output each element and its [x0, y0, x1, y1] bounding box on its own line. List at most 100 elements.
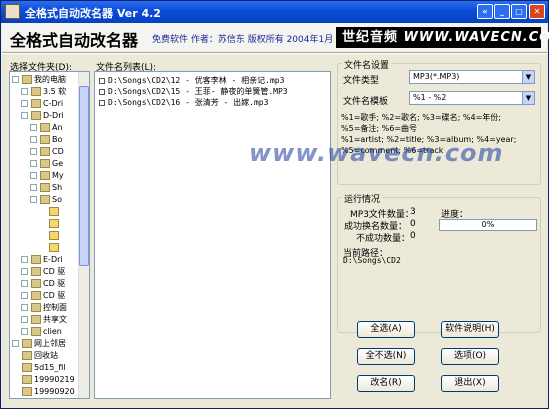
expand-icon[interactable] — [30, 160, 37, 167]
mp3-count: 3 — [410, 207, 416, 217]
folder-icon — [31, 303, 41, 312]
ok-count: 0 — [410, 219, 416, 229]
tree-item-label: An — [52, 123, 63, 132]
banner-cn: 世纪音频 — [342, 30, 399, 45]
type-label: 文件类型 — [343, 76, 380, 86]
settings-title: 文件名设置 — [342, 58, 392, 71]
app-window: 全格式自动改名器 Ver 4.2 « _ □ ✕ 全格式自动改名器 免费软件 作… — [0, 0, 549, 409]
expand-icon[interactable] — [21, 100, 28, 107]
collapse-icon[interactable] — [12, 76, 19, 83]
template-value: %1 - %2 — [413, 93, 447, 102]
file-type-select[interactable]: MP3(*.MP3) ▼ — [409, 70, 535, 84]
expand-icon[interactable] — [21, 280, 28, 287]
fail-count: 0 — [410, 231, 416, 241]
tree-item-label: CD 驱 — [43, 267, 66, 276]
header: 全格式自动改名器 免费软件 作者：苏信东 版权所有 2004年1月 世纪音频 W… — [2, 23, 549, 51]
watermark: www.wavecn.com — [249, 139, 504, 167]
chevron-down-icon[interactable]: ▼ — [522, 71, 534, 83]
tree-item-label: clien — [43, 327, 62, 336]
expand-icon[interactable] — [21, 316, 28, 323]
folder-icon — [22, 351, 32, 360]
folder-icon — [31, 87, 41, 96]
expand-icon[interactable] — [21, 88, 28, 95]
options-button[interactable]: 选项(O) — [441, 348, 499, 365]
folder-icon — [49, 231, 59, 240]
title-bar: 全格式自动改名器 Ver 4.2 « _ □ ✕ — [1, 1, 548, 23]
folder-icon — [40, 195, 50, 204]
type-value: MP3(*.MP3) — [413, 72, 460, 81]
folder-icon — [40, 147, 50, 156]
template-label: 文件名模板 — [343, 97, 389, 107]
expand-icon[interactable] — [21, 268, 28, 275]
list-item[interactable]: D:\Songs\CD2\12 - 优客李林 - 相亲记.mp3 — [99, 75, 284, 86]
folder-icon — [22, 75, 32, 84]
folder-icon — [49, 207, 59, 216]
progress-bar: 0% — [439, 219, 537, 231]
expand-icon[interactable] — [12, 340, 19, 347]
folder-icon — [22, 339, 32, 348]
expand-icon[interactable] — [21, 328, 28, 335]
file-name: D:\Songs\CD2\12 - 优客李林 - 相亲记.mp3 — [108, 76, 285, 85]
folder-icon — [40, 171, 50, 180]
folder-icon — [31, 291, 41, 300]
tree-item-label: 共享文 — [43, 315, 67, 324]
tree-scrollbar[interactable] — [78, 72, 89, 398]
checkbox[interactable] — [99, 88, 105, 95]
banner[interactable]: 世纪音频 WWW.WAVECN.COM — [336, 27, 549, 48]
folder-icon — [22, 363, 32, 372]
list-item[interactable]: D:\Songs\CD2\15 - 王菲- 静夜的单簧管.MP3 — [99, 86, 288, 97]
close-button[interactable]: ✕ — [529, 4, 545, 19]
window-title: 全格式自动改名器 Ver 4.2 — [25, 7, 161, 20]
expand-icon[interactable] — [21, 304, 28, 311]
tree-item-label: 网上邻居 — [34, 339, 66, 348]
app-name: 全格式自动改名器 — [10, 31, 139, 50]
folder-icon — [40, 159, 50, 168]
template-select[interactable]: %1 - %2 ▼ — [409, 91, 535, 105]
exit-button[interactable]: 退出(X) — [441, 375, 499, 392]
tree-item-label: C-Dri — [43, 99, 64, 108]
expand-icon[interactable] — [30, 172, 37, 179]
expand-icon[interactable] — [21, 256, 28, 263]
minimize-button[interactable]: _ — [494, 4, 510, 19]
app-icon — [5, 4, 20, 19]
restore-icon[interactable]: « — [477, 4, 493, 19]
folder-tree[interactable]: 我的电脑 3.5 软 C-Dri D-Dri An Bo CD Ge My Sh So E-Dri CD… — [9, 71, 90, 399]
expand-icon[interactable] — [21, 292, 28, 299]
fail-label: 不成功数量： — [356, 234, 411, 244]
expand-icon[interactable] — [30, 148, 37, 155]
collapse-icon[interactable] — [30, 196, 37, 203]
maximize-button[interactable]: □ — [511, 4, 527, 19]
checkbox[interactable] — [99, 77, 105, 84]
help-button[interactable]: 软件说明(H) — [441, 321, 499, 338]
tree-item-label: So — [52, 195, 62, 204]
expand-icon[interactable] — [30, 184, 37, 191]
expand-icon[interactable] — [30, 136, 37, 143]
tree-item-label: CD — [52, 147, 64, 156]
tree-item-label: Sh — [52, 183, 63, 192]
tree-scroll-thumb[interactable] — [79, 86, 89, 266]
tree-item-label: D-Dri — [43, 111, 64, 120]
list-item[interactable]: D:\Songs\CD2\16 - 张清芳 - 出嫁.mp3 — [99, 97, 268, 108]
file-name: D:\Songs\CD2\15 - 王菲- 静夜的单簧管.MP3 — [108, 87, 288, 96]
tree-item-label: CD 驱 — [43, 279, 66, 288]
folder-icon — [31, 267, 41, 276]
checkbox[interactable] — [99, 99, 105, 106]
collapse-icon[interactable] — [21, 112, 28, 119]
expand-icon[interactable] — [30, 124, 37, 131]
help-line: %1=歌手; %2=歌名; %3=碟名; %4=年份; — [341, 113, 501, 122]
folder-icon — [31, 315, 41, 324]
help-line: %5=备注; %6=曲号 — [341, 124, 418, 133]
tree-item-label: 控制面 — [43, 303, 67, 312]
tree-item-label: 5d15_fil — [34, 363, 66, 372]
tree-item-label: E-Dri — [43, 255, 63, 264]
tree-item-label: 19990219 — [34, 375, 75, 384]
file-list[interactable]: D:\Songs\CD2\12 - 优客李林 - 相亲记.mp3 D:\Songs… — [94, 71, 331, 399]
chevron-down-icon[interactable]: ▼ — [522, 92, 534, 104]
select-none-button[interactable]: 全不选(N) — [357, 348, 415, 365]
banner-url: WWW.WAVECN.COM — [403, 30, 549, 45]
tree-item-label: 我的电脑 — [34, 75, 66, 84]
folder-icon — [40, 135, 50, 144]
rename-button[interactable]: 改名(R) — [357, 375, 415, 392]
select-all-button[interactable]: 全选(A) — [357, 321, 415, 338]
tree-item-label: CD 驱 — [43, 291, 66, 300]
